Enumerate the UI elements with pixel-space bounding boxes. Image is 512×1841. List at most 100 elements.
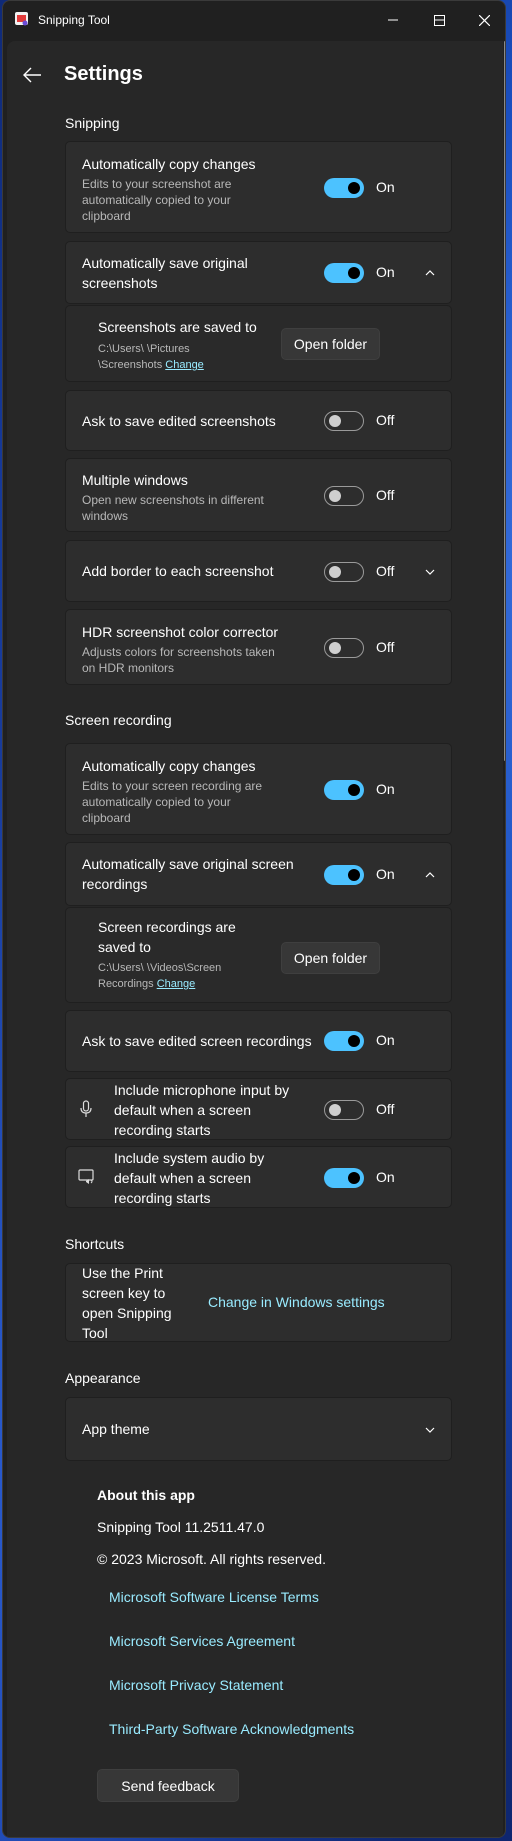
setting-title: Use the Print: [82, 1265, 163, 1281]
setting-title: Automatically save original: [82, 255, 248, 271]
multiple-windows-toggle[interactable]: [324, 486, 364, 506]
open-folder-button[interactable]: Open folder: [281, 328, 380, 360]
chevron-up-icon[interactable]: [424, 869, 436, 881]
chevron-down-icon[interactable]: [424, 566, 436, 578]
auto-copy-snip-toggle[interactable]: [324, 178, 364, 198]
toggle-knob: [329, 490, 341, 502]
scrollbar[interactable]: [503, 41, 505, 1836]
section-screen-recording: Screen recording: [65, 712, 172, 728]
setting-title: screen key to: [82, 1285, 166, 1301]
change-in-windows-settings-link[interactable]: Change in Windows settings: [208, 1294, 385, 1310]
setting-screenshots-saved-to: Screenshots are saved to C:\Users\ \Pict…: [65, 305, 452, 382]
page-title: Settings: [64, 63, 143, 85]
app-version: Snipping Tool 11.2511.47.0: [97, 1519, 265, 1535]
third-party-link[interactable]: Third-Party Software Acknowledgments: [109, 1721, 354, 1737]
toggle-knob: [348, 267, 360, 279]
setting-title: Screenshots are saved to: [98, 319, 257, 335]
about-heading: About this app: [97, 1487, 195, 1503]
auto-save-snip-toggle[interactable]: [324, 263, 364, 283]
section-snipping: Snipping: [65, 115, 120, 131]
setting-auto-save-snip[interactable]: Automatically save original screenshots …: [65, 241, 452, 304]
open-folder-button[interactable]: Open folder: [281, 942, 380, 974]
setting-ask-save-snip: Ask to save edited screenshots Off: [65, 390, 452, 451]
toggle-state: Off: [376, 639, 395, 655]
toggle-state: On: [376, 1032, 395, 1048]
setting-auto-save-rec[interactable]: Automatically save original screen recor…: [65, 842, 452, 906]
setting-app-theme[interactable]: App theme: [65, 1397, 452, 1461]
setting-title: Multiple windows: [82, 472, 188, 488]
toggle-state: On: [376, 866, 395, 882]
copyright: © 2023 Microsoft. All rights reserved.: [97, 1551, 326, 1567]
minimize-btn[interactable]: [370, 1, 416, 39]
section-shortcuts: Shortcuts: [65, 1236, 125, 1252]
setting-title: Include microphone input by: [114, 1082, 290, 1098]
back-arrow-icon[interactable]: [21, 65, 43, 85]
app-icon: [15, 12, 28, 26]
setting-add-border[interactable]: Add border to each screenshot Off: [65, 540, 452, 602]
setting-title: Ask to save edited screenshots: [82, 413, 276, 429]
setting-title: Add border to each screenshot: [82, 563, 274, 579]
privacy-statement-link[interactable]: Microsoft Privacy Statement: [109, 1677, 283, 1693]
save-path: Recordings Change: [98, 976, 195, 992]
setting-ask-save-rec: Ask to save edited screen recordings On: [65, 1010, 452, 1072]
save-path-2: \Screenshots: [98, 359, 163, 371]
microphone-toggle[interactable]: [324, 1100, 364, 1120]
auto-save-rec-toggle[interactable]: [324, 865, 364, 885]
hdr-toggle[interactable]: [324, 638, 364, 658]
toggle-knob: [329, 415, 341, 427]
setting-recordings-saved-to: Screen recordings are saved to C:\Users\…: [65, 907, 452, 1003]
change-path-link[interactable]: Change: [157, 978, 196, 990]
toggle-knob: [348, 869, 360, 881]
toggle-knob: [348, 182, 360, 194]
toggle-state: Off: [376, 563, 395, 579]
toggle-knob: [348, 1035, 360, 1047]
scrollbar-thumb[interactable]: [504, 41, 505, 761]
change-path-link[interactable]: Change: [165, 359, 204, 371]
license-terms-link[interactable]: Microsoft Software License Terms: [109, 1589, 319, 1605]
setting-title: Automatically copy changes: [82, 758, 256, 774]
toggle-state: Off: [376, 1101, 395, 1117]
setting-title: App theme: [82, 1421, 150, 1437]
ask-save-snip-toggle[interactable]: [324, 411, 364, 431]
setting-title: recording starts: [114, 1190, 211, 1206]
setting-auto-copy-snip: Automatically copy changes Edits to your…: [65, 141, 452, 233]
setting-desc: automatically copied to your: [82, 795, 231, 809]
close-button[interactable]: [461, 1, 505, 39]
setting-microphone: Include microphone input by default when…: [65, 1078, 452, 1140]
setting-desc: on HDR monitors: [82, 661, 175, 675]
setting-desc: Edits to your screen recording are: [82, 779, 263, 793]
toggle-knob: [329, 566, 341, 578]
auto-copy-rec-toggle[interactable]: [324, 780, 364, 800]
setting-desc: Adjusts colors for screenshots taken: [82, 645, 275, 659]
setting-title: saved to: [98, 939, 151, 955]
maximize-icon: [433, 14, 445, 26]
setting-title: recordings: [82, 876, 148, 892]
toggle-state: Off: [376, 412, 395, 428]
minimize-icon: [388, 19, 398, 21]
save-path: C:\Users\ \Videos\Screen: [98, 962, 222, 974]
toggle-knob: [329, 1104, 341, 1116]
toggle-knob: [348, 784, 360, 796]
toggle-state: On: [376, 1169, 395, 1185]
send-feedback-button[interactable]: Send feedback: [97, 1769, 239, 1802]
maximize-button[interactable]: [416, 1, 462, 39]
setting-desc: clipboard: [82, 811, 131, 825]
services-agreement-link[interactable]: Microsoft Services Agreement: [109, 1633, 295, 1649]
setting-title: Automatically save original screen: [82, 856, 294, 872]
ask-save-rec-toggle[interactable]: [324, 1031, 364, 1051]
section-appearance: Appearance: [65, 1370, 141, 1386]
toggle-state: Off: [376, 487, 395, 503]
chevron-down-icon[interactable]: [424, 1424, 436, 1436]
setting-title: default when a screen: [114, 1102, 251, 1118]
setting-desc: clipboard: [82, 209, 131, 223]
setting-desc: Open new screenshots in different: [82, 493, 264, 507]
snipping-tool-window: Snipping Tool Settings Snipping Automati…: [2, 0, 506, 1838]
add-border-toggle[interactable]: [324, 562, 364, 582]
setting-title: Ask to save edited screen recordings: [82, 1033, 312, 1049]
system-audio-toggle[interactable]: [324, 1168, 364, 1188]
setting-desc: automatically copied to your: [82, 193, 231, 207]
chevron-up-icon[interactable]: [424, 267, 436, 279]
setting-desc: Edits to your screenshot are: [82, 177, 232, 191]
setting-title: Automatically copy changes: [82, 156, 256, 172]
setting-desc: windows: [82, 509, 129, 523]
